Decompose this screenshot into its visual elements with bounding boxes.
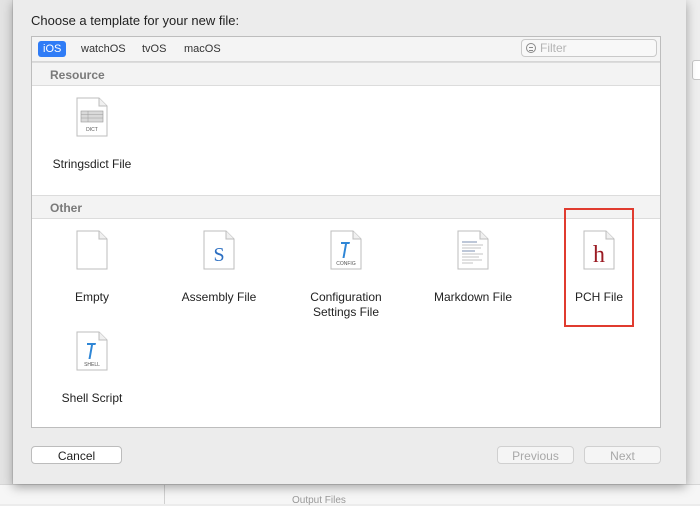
config-file-icon: CONFIG [330, 230, 362, 270]
background-bottom-bar: Output Files [0, 484, 700, 506]
tab-macos[interactable]: macOS [179, 41, 226, 57]
tab-watchos[interactable]: watchOS [76, 41, 131, 57]
previous-button[interactable]: Previous [497, 446, 574, 464]
template-label: Shell Script [61, 391, 123, 405]
pch-file-icon: h [583, 230, 615, 270]
background-divider [164, 485, 165, 504]
svg-text:SHELL: SHELL [84, 362, 100, 368]
template-item-pch[interactable]: h PCH File [564, 208, 634, 327]
tab-ios[interactable]: iOS [38, 41, 67, 57]
section-title: Resource [50, 68, 105, 82]
next-button[interactable]: Next [584, 446, 661, 464]
svg-text:h: h [593, 242, 605, 268]
background-window-right [685, 0, 700, 503]
template-item-stringsdict[interactable]: DICT Stringsdict File [32, 97, 152, 187]
template-item-config[interactable]: CONFIG Configuration Settings File [286, 230, 406, 320]
filter-field[interactable] [521, 39, 657, 57]
template-item-assembly[interactable]: S Assembly File [159, 230, 279, 320]
template-label: Markdown File [433, 290, 513, 304]
filter-input[interactable] [540, 41, 650, 55]
template-label: Empty [74, 290, 109, 304]
markdown-file-icon [457, 230, 489, 270]
template-label: Stringsdict File [52, 157, 132, 171]
template-item-empty[interactable]: Empty [32, 230, 152, 320]
tab-tvos[interactable]: tvOS [137, 41, 171, 57]
svg-text:CONFIG: CONFIG [336, 261, 356, 267]
section-header-resource: Resource [32, 62, 660, 86]
template-label: Configuration Settings File [310, 290, 382, 319]
background-hint: Output Files [292, 495, 346, 506]
background-toolbar-button [692, 60, 700, 80]
template-item-markdown[interactable]: Markdown File [413, 230, 533, 320]
new-file-sheet: Choose a template for your new file: iOS… [13, 0, 686, 484]
platform-tab-bar: iOS watchOS tvOS macOS [32, 37, 660, 62]
filter-icon [526, 43, 536, 53]
background-window-left [0, 0, 13, 503]
svg-text:S: S [213, 244, 224, 266]
dict-file-icon: DICT [76, 97, 108, 137]
assembly-file-icon: S [203, 230, 235, 270]
section-title: Other [50, 201, 83, 215]
sheet-title: Choose a template for your new file: [31, 13, 240, 28]
svg-text:DICT: DICT [86, 127, 98, 133]
template-item-shell-script[interactable]: SHELL Shell Script [32, 331, 152, 421]
empty-file-icon [76, 230, 108, 270]
template-panel: iOS watchOS tvOS macOS Resource DICT [31, 36, 661, 428]
template-label: Assembly File [181, 290, 257, 304]
shell-script-icon: SHELL [76, 331, 108, 371]
template-label: PCH File [574, 290, 623, 304]
cancel-button[interactable]: Cancel [31, 446, 122, 464]
